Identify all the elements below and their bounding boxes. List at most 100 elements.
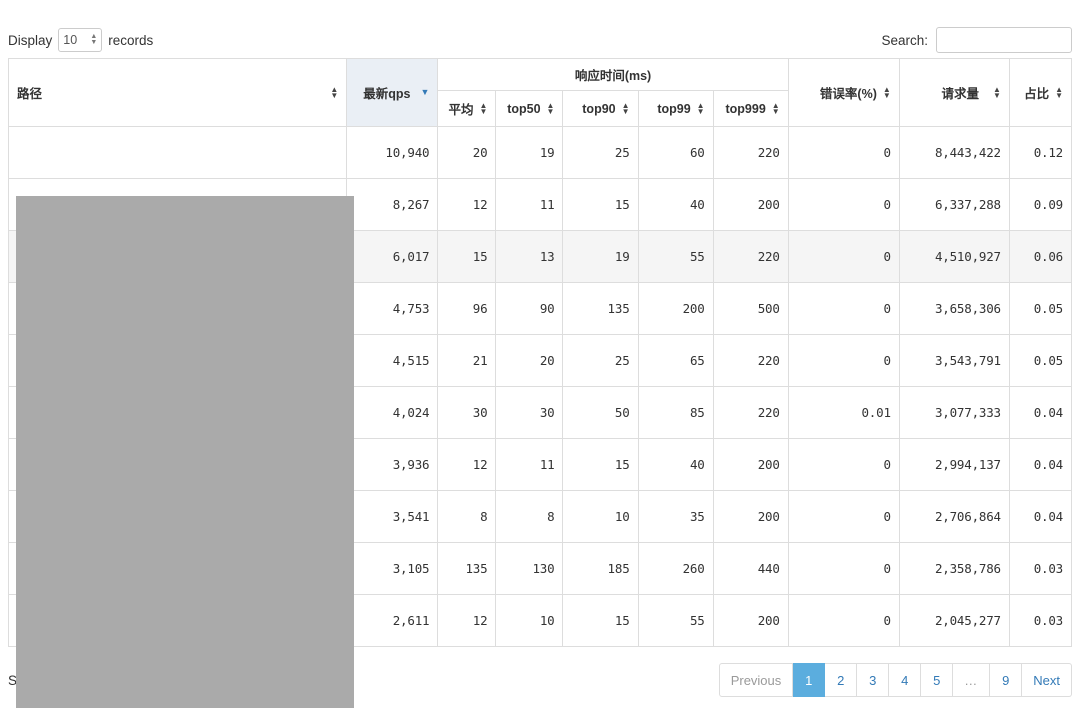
page-button-9[interactable]: 9 xyxy=(990,663,1023,697)
cell-top999: 200 xyxy=(712,178,789,231)
cell-top99: 60 xyxy=(637,126,714,179)
sort-icon: ▲ ▼ xyxy=(1055,84,1063,100)
sort-icon: ▲ ▼ xyxy=(992,84,1001,100)
page-button-: … xyxy=(953,663,991,697)
redacted-path-column-overlay xyxy=(16,196,354,708)
page-button-2[interactable]: 2 xyxy=(825,663,858,697)
cell-errrate: 0 xyxy=(787,126,900,179)
cell-errrate: 0 xyxy=(787,490,900,543)
col-label-top999: top999 xyxy=(725,101,766,116)
col-label-qps: 最新qps xyxy=(363,87,411,101)
cell-errrate: 0 xyxy=(787,594,900,647)
cell-top90: 135 xyxy=(562,282,639,335)
page-button-next[interactable]: Next xyxy=(1022,663,1072,697)
cell-share: 0.09 xyxy=(1008,178,1073,231)
col-header-top99[interactable]: top99 ▲ ▼ xyxy=(637,90,714,127)
col-label-share: 占比 xyxy=(1024,87,1050,101)
col-header-share[interactable]: 占比 ▲ ▼ xyxy=(1008,58,1073,127)
col-label-top50: top50 xyxy=(507,101,541,116)
cell-top99: 85 xyxy=(637,386,714,439)
cell-avg: 96 xyxy=(437,282,497,335)
records-label: records xyxy=(108,32,154,48)
cell-top99: 55 xyxy=(637,230,714,283)
col-header-top999[interactable]: top999 ▲ ▼ xyxy=(712,90,789,127)
cell-top99: 200 xyxy=(637,282,714,335)
cell-qps: 3,936 xyxy=(346,438,439,491)
cell-top999: 220 xyxy=(712,386,789,439)
cell-qps: 4,024 xyxy=(346,386,439,439)
cell-errrate: 0 xyxy=(787,334,900,387)
cell-share: 0.04 xyxy=(1008,438,1073,491)
cell-top50: 20 xyxy=(495,334,564,387)
cell-top90: 185 xyxy=(562,542,639,595)
cell-top99: 35 xyxy=(637,490,714,543)
header-row-top: 路径 ▲ ▼ 最新qps ▼ 响应时间(ms) 错误率(%) ▲ ▼ 请求量 ▲… xyxy=(7,58,1073,127)
cell-share: 0.04 xyxy=(1008,490,1073,543)
cell-share: 0.05 xyxy=(1008,334,1073,387)
cell-path xyxy=(7,126,348,179)
cell-reqs: 8,443,422 xyxy=(898,126,1010,179)
cell-top99: 65 xyxy=(637,334,714,387)
cell-errrate: 0 xyxy=(787,542,900,595)
cell-qps: 3,541 xyxy=(346,490,439,543)
cell-qps: 2,611 xyxy=(346,594,439,647)
page-button-4[interactable]: 4 xyxy=(889,663,922,697)
cell-share: 0.03 xyxy=(1008,594,1073,647)
display-label: Display xyxy=(8,32,53,48)
pagination: Previous 1 2 3 4 5… 9 Next xyxy=(718,663,1072,697)
table-row[interactable]: 10,940 20 19 25 60 220 0 8,443,422 0.12 xyxy=(7,126,1073,179)
sort-icon: ▲ ▼ xyxy=(696,100,705,116)
col-header-avg[interactable]: 平均 ▲ ▼ xyxy=(437,90,497,127)
cell-top90: 15 xyxy=(562,178,639,231)
cell-qps: 10,940 xyxy=(346,126,439,179)
cell-top999: 200 xyxy=(712,490,789,543)
cell-top90: 25 xyxy=(562,334,639,387)
page-button-1[interactable]: 1 xyxy=(793,663,826,697)
page-button-previous: Previous xyxy=(718,663,794,697)
cell-reqs: 3,543,791 xyxy=(898,334,1010,387)
col-header-top90[interactable]: top90 ▲ ▼ xyxy=(562,90,639,127)
search-input[interactable] xyxy=(936,27,1072,53)
cell-top50: 10 xyxy=(495,594,564,647)
cell-top50: 130 xyxy=(495,542,564,595)
cell-reqs: 2,358,786 xyxy=(898,542,1010,595)
sort-icon: ▲ ▼ xyxy=(621,100,630,116)
cell-top50: 11 xyxy=(495,178,564,231)
sort-icon: ▲ ▼ xyxy=(771,100,780,116)
cell-reqs: 2,994,137 xyxy=(898,438,1010,491)
cell-top999: 200 xyxy=(712,438,789,491)
cell-share: 0.05 xyxy=(1008,282,1073,335)
cell-avg: 21 xyxy=(437,334,497,387)
col-header-path[interactable]: 路径 ▲ ▼ xyxy=(7,58,348,127)
cell-top999: 200 xyxy=(712,594,789,647)
search-label: Search: xyxy=(881,32,928,48)
col-label-path: 路径 xyxy=(17,87,43,101)
table-head: 路径 ▲ ▼ 最新qps ▼ 响应时间(ms) 错误率(%) ▲ ▼ 请求量 ▲… xyxy=(7,58,1073,127)
group-label-response-time: 响应时间(ms) xyxy=(574,69,652,83)
page-button-5[interactable]: 5 xyxy=(921,663,954,697)
datatable-page: Display 10 ▲ ▼ records Search: 路径 ▲ ▼ 最新… xyxy=(0,0,1080,708)
cell-top50: 11 xyxy=(495,438,564,491)
col-header-requests[interactable]: 请求量 ▲ ▼ xyxy=(898,58,1010,127)
cell-top90: 19 xyxy=(562,230,639,283)
cell-reqs: 3,658,306 xyxy=(898,282,1010,335)
cell-avg: 15 xyxy=(437,230,497,283)
col-header-qps[interactable]: 最新qps ▼ xyxy=(346,58,439,127)
cell-top999: 220 xyxy=(712,126,789,179)
cell-avg: 12 xyxy=(437,438,497,491)
col-label-avg: 平均 xyxy=(448,103,474,117)
cell-top50: 8 xyxy=(495,490,564,543)
col-header-top50[interactable]: top50 ▲ ▼ xyxy=(495,90,564,127)
col-label-top90: top90 xyxy=(582,101,616,116)
cell-top999: 440 xyxy=(712,542,789,595)
sort-icon: ▲ ▼ xyxy=(882,84,891,100)
col-label-error-rate: 错误率(%) xyxy=(819,87,877,101)
page-length-select[interactable]: 10 ▲ ▼ xyxy=(58,28,103,52)
cell-errrate: 0.01 xyxy=(787,386,900,439)
cell-top50: 30 xyxy=(495,386,564,439)
col-header-error-rate[interactable]: 错误率(%) ▲ ▼ xyxy=(787,58,900,127)
page-button-3[interactable]: 3 xyxy=(857,663,890,697)
cell-top99: 55 xyxy=(637,594,714,647)
cell-reqs: 2,045,277 xyxy=(898,594,1010,647)
cell-reqs: 6,337,288 xyxy=(898,178,1010,231)
